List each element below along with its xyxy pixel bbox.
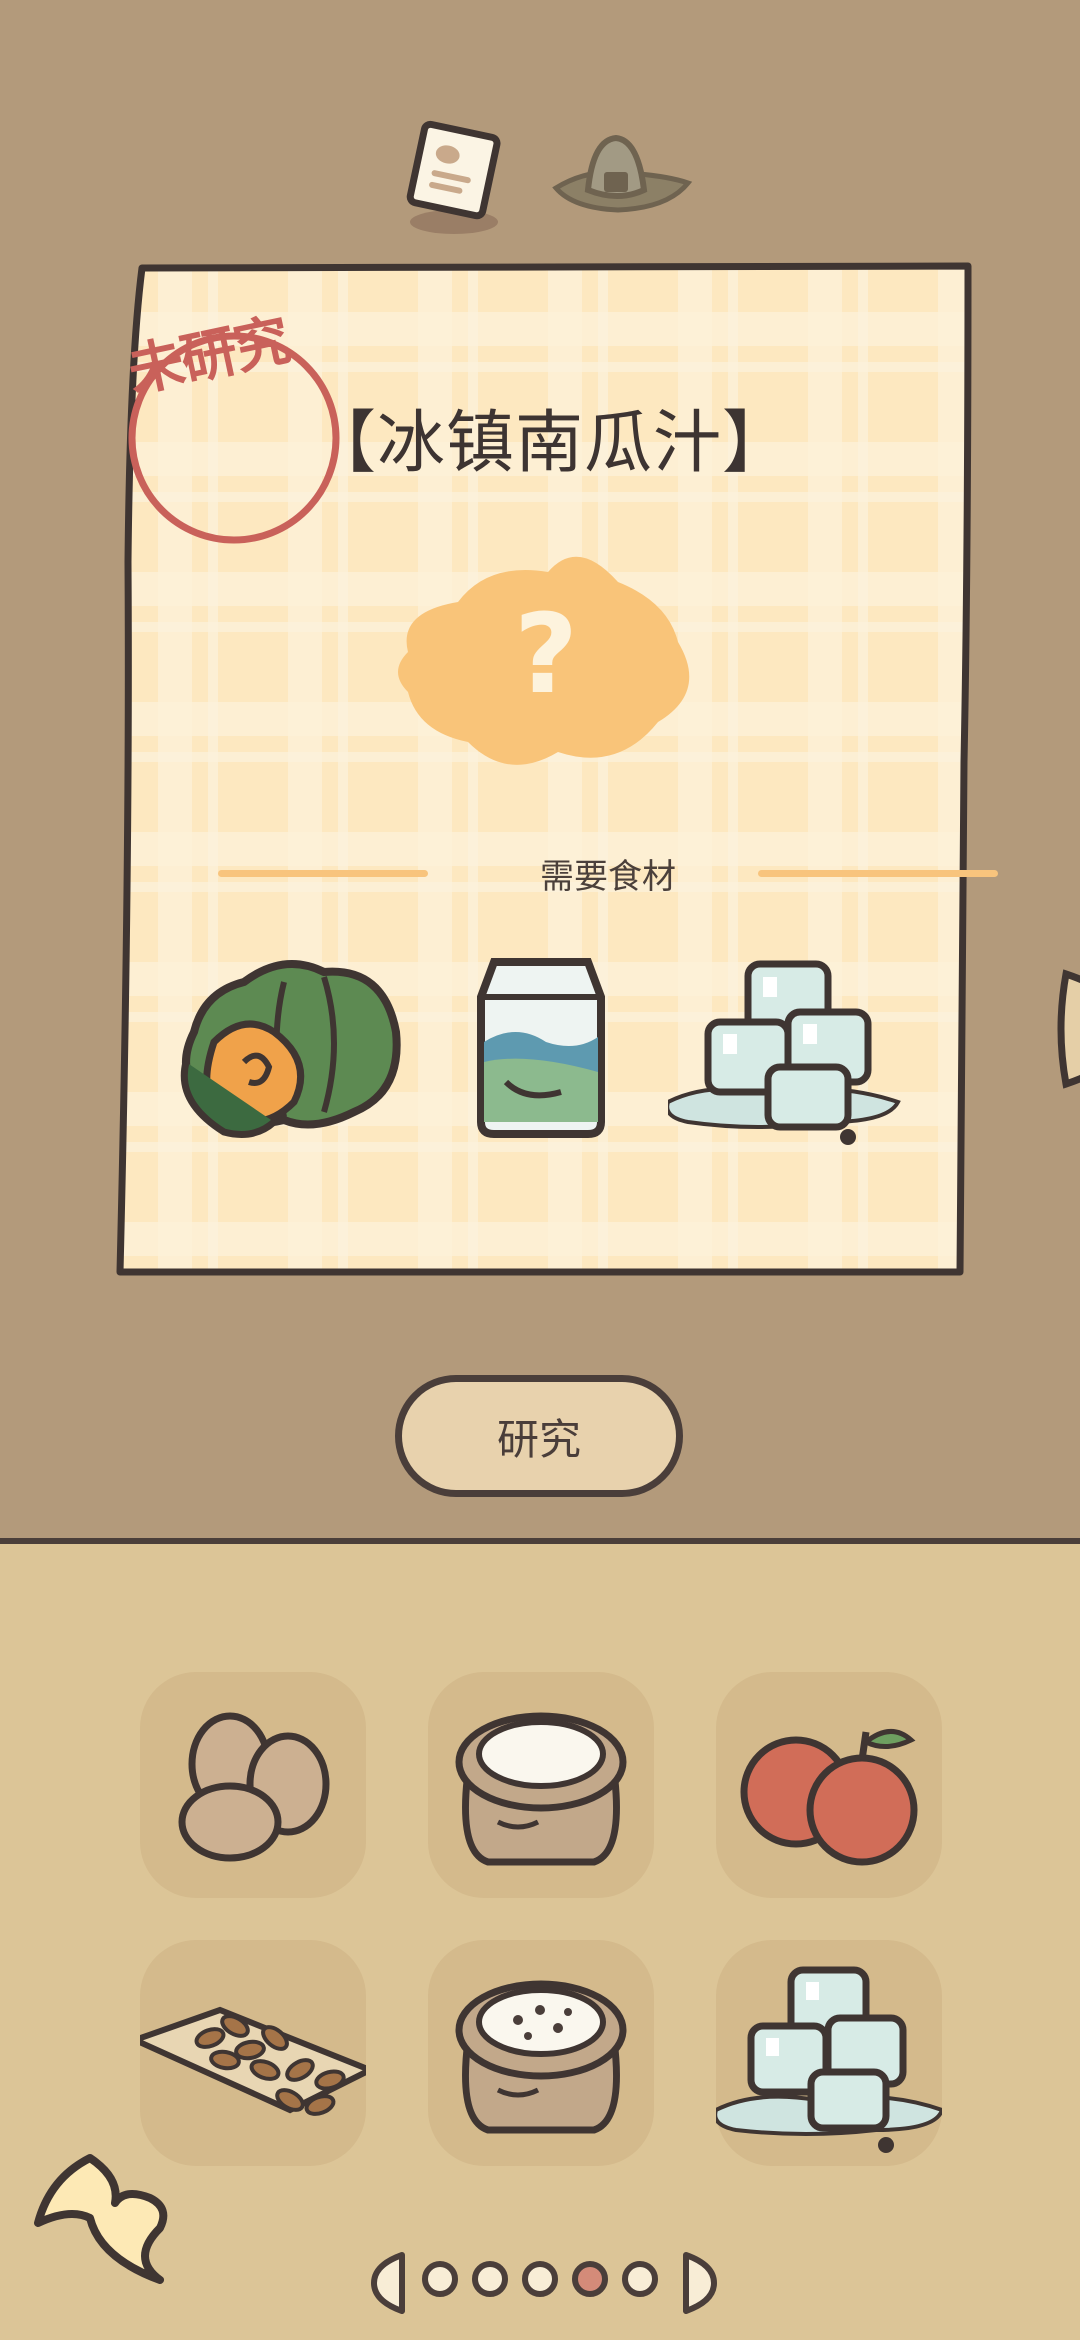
recipe-card: 未研究 【冰镇南瓜汁】 ? 需要食材 [108,262,1080,1277]
inventory-slot-eggs[interactable] [140,1672,366,1898]
inventory-slot-sugar[interactable] [428,1940,654,2166]
almonds-icon [140,2006,366,2116]
sugar-sack-icon [455,1980,627,2134]
ice-cubes-icon [668,960,901,1145]
back-arrow-icon[interactable] [30,2148,190,2288]
apples-icon [740,1729,918,1866]
research-button[interactable]: 研究 [395,1375,683,1497]
flour-sack-icon [455,1712,627,1866]
page-dot[interactable] [472,2261,508,2297]
milk-carton-icon [477,958,605,1138]
page-dot[interactable] [522,2261,558,2297]
page-dot[interactable] [422,2261,458,2297]
svg-text:?: ? [514,590,578,718]
page-dot[interactable] [622,2261,658,2297]
ingredients-header-label: 需要食材 [540,857,676,897]
inventory-slot-apples[interactable] [716,1672,942,1898]
pumpkin-icon [180,960,401,1138]
rice-ball-icon[interactable] [548,128,693,228]
eggs-icon [178,1712,330,1862]
page-indicator [370,2243,717,2323]
inventory-slot-almonds[interactable] [140,1940,366,2166]
next-page-arrow[interactable] [678,2251,718,2315]
unknown-dish-icon: ? [398,556,690,765]
prev-page-arrow[interactable] [370,2251,410,2315]
recipe-note-icon[interactable] [398,118,508,238]
recipe-title: 【冰镇南瓜汁】 [308,404,792,483]
next-recipe-tab[interactable] [1056,964,1080,1094]
ingredients-header: 需要食材 [218,847,998,897]
page-dot[interactable] [572,2261,608,2297]
inventory-slot-flour[interactable] [428,1672,654,1898]
ice-cubes-icon [716,1966,942,2153]
inventory-slot-ice[interactable] [716,1940,942,2166]
